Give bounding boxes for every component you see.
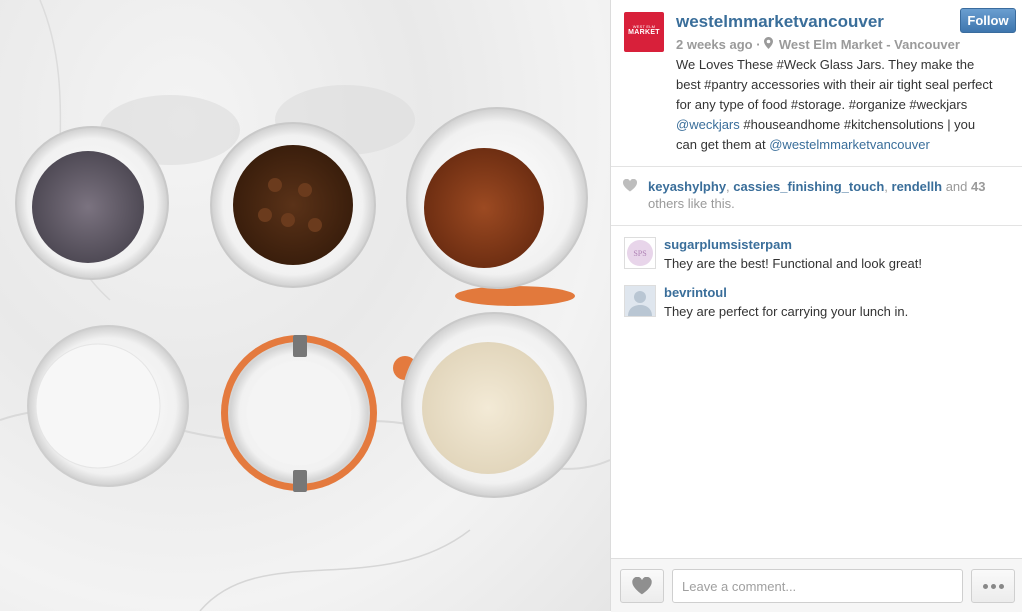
comment-input[interactable] [672, 569, 963, 603]
comment-username[interactable]: bevrintoul [664, 285, 727, 300]
likes-suffix: others like this. [648, 196, 735, 211]
jars-illustration [0, 0, 610, 611]
sugarplum-avatar-icon: SPS [627, 240, 653, 266]
author-avatar[interactable]: WEST ELM MARKET [624, 12, 664, 52]
liker-link[interactable]: rendellh [892, 179, 943, 194]
avatar[interactable]: SPS [624, 237, 656, 269]
default-avatar-icon [628, 291, 652, 316]
caption-text: #houseandhome #kitchensolutions | you [739, 117, 976, 132]
likes-and: and [942, 179, 972, 194]
caption-line: @weckjars #houseandhome #kitchensolution… [676, 115, 1018, 135]
likes-sep: , [884, 179, 892, 194]
comment-text: They are perfect for carrying your lunch… [664, 304, 909, 319]
heart-icon [632, 577, 652, 595]
comment-text: They are the best! Functional and look g… [664, 256, 922, 271]
post-header: WEST ELM MARKET westelmmarketvancouver F… [611, 0, 1022, 167]
avatar[interactable] [624, 285, 656, 317]
caption-line: We Loves These #Weck Glass Jars. They ma… [676, 57, 975, 72]
location-link[interactable]: West Elm Market - Vancouver [779, 37, 960, 52]
heart-icon [622, 178, 638, 193]
caption-line: for any type of food #storage. #organize… [676, 97, 968, 112]
caption-text: can get them at [676, 137, 770, 152]
likes-section: keyashylphy, cassies_finishing_touch, re… [611, 167, 1022, 226]
mention-link[interactable]: @weckjars [676, 117, 740, 132]
post-photo[interactable] [0, 0, 610, 611]
more-options-button[interactable] [971, 569, 1015, 603]
ellipsis-icon [982, 583, 988, 589]
likes-count[interactable]: 43 [971, 179, 985, 194]
post-details-panel: WEST ELM MARKET westelmmarketvancouver F… [610, 0, 1022, 612]
ellipsis-icon [998, 583, 1004, 589]
liker-link[interactable]: keyashylphy [648, 179, 726, 194]
location-pin-icon [764, 37, 774, 52]
ellipsis-icon [990, 583, 996, 589]
post-meta: 2 weeks ago · West Elm Market - Vancouve… [676, 37, 960, 52]
comment-username[interactable]: sugarplumsisterpam [664, 237, 792, 252]
logo-text: MARKET [628, 29, 660, 36]
post-caption: We Loves These #Weck Glass Jars. They ma… [676, 55, 1018, 155]
liker-link[interactable]: cassies_finishing_touch [733, 179, 884, 194]
comment-footer [611, 558, 1022, 612]
time-ago[interactable]: 2 weeks ago [676, 37, 753, 52]
mention-link[interactable]: @westelmmarketvancouver [769, 137, 930, 152]
caption-line: can get them at @westelmmarketvancouver [676, 135, 1018, 155]
like-button[interactable] [620, 569, 664, 603]
follow-button[interactable]: Follow [960, 8, 1016, 33]
author-username[interactable]: westelmmarketvancouver [676, 12, 884, 32]
caption-line: best #pantry accessories with their air … [676, 77, 993, 92]
meta-separator: · [756, 37, 761, 52]
likes-line: keyashylphy, cassies_finishing_touch, re… [648, 179, 985, 194]
svg-text:SPS: SPS [633, 249, 646, 258]
